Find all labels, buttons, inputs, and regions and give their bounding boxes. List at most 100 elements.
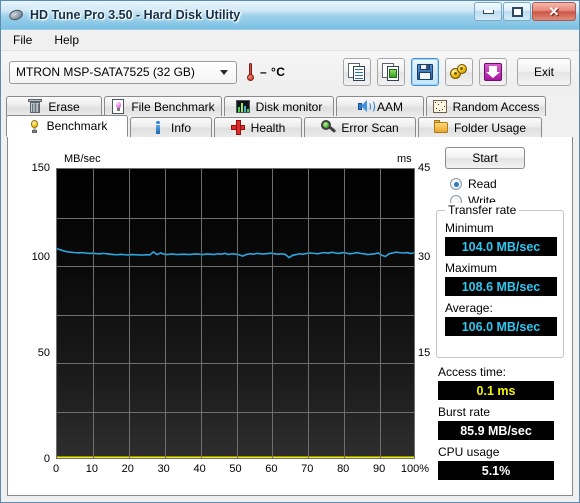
x-tick-20: 20 bbox=[121, 463, 134, 475]
tab-health[interactable]: Health bbox=[214, 117, 302, 137]
tab-benchmark-label: Benchmark bbox=[46, 119, 108, 133]
drive-select-dropdown[interactable]: MTRON MSP-SATA7525 (32 GB) bbox=[9, 60, 237, 84]
gridline-horizontal bbox=[57, 412, 414, 413]
y-tick-150: 150 bbox=[31, 162, 50, 174]
gridline-vertical bbox=[308, 169, 309, 458]
gridline-horizontal bbox=[57, 363, 414, 364]
x-tick-0: 0 bbox=[52, 463, 60, 475]
tab-file-benchmark[interactable]: File Benchmark bbox=[104, 96, 222, 116]
x-tick-90: 90 bbox=[372, 463, 386, 475]
x-tick-100: 100% bbox=[400, 463, 430, 475]
menu-bar: File Help bbox=[1, 30, 579, 51]
access-time-line bbox=[57, 169, 414, 458]
file-benchmark-icon bbox=[111, 99, 125, 114]
tab-aam[interactable]: AAM bbox=[336, 96, 424, 116]
tab-row-primary: Benchmark Info Health Error Scan Folder … bbox=[6, 115, 574, 137]
save-icon[interactable] bbox=[411, 58, 439, 86]
tab-health-label: Health bbox=[250, 120, 286, 135]
plot-area bbox=[56, 168, 415, 459]
x-tick-80: 80 bbox=[337, 463, 350, 475]
gridline-horizontal bbox=[57, 315, 414, 316]
close-button[interactable]: ✕ bbox=[532, 2, 576, 21]
thermometer-icon bbox=[246, 62, 255, 82]
radio-read-indicator bbox=[450, 178, 462, 190]
window-title: HD Tune Pro 3.50 - Hard Disk Utility bbox=[30, 8, 241, 22]
y2-axis-label: ms bbox=[397, 153, 412, 165]
minimum-value: 104.0 MB/sec bbox=[445, 237, 557, 256]
gridline-vertical bbox=[344, 169, 345, 458]
benchmark-sidebar: Start Read Write Transfer rate Minimum 1… bbox=[428, 137, 574, 480]
start-button[interactable]: Start bbox=[445, 147, 525, 169]
x-tick-50: 50 bbox=[229, 463, 242, 475]
menu-item-file[interactable]: File bbox=[9, 31, 42, 49]
tab-folder-usage-label: Folder Usage bbox=[453, 120, 527, 135]
title-bar-left: HD Tune Pro 3.50 - Hard Disk Utility bbox=[1, 7, 240, 23]
random-access-icon bbox=[432, 99, 447, 114]
benchmark-chart: MB/sec ms 150 100 50 0 45 30 15 0 10 20 30 4… bbox=[8, 137, 431, 475]
burst-rate-label: Burst rate bbox=[438, 405, 491, 419]
menu-item-help[interactable]: Help bbox=[50, 31, 89, 49]
gridline-horizontal bbox=[57, 266, 414, 267]
transfer-rate-group-label: Transfer rate bbox=[445, 203, 520, 217]
speaker-icon bbox=[357, 99, 375, 114]
temperature-display: – °C bbox=[246, 62, 286, 82]
gridline-vertical bbox=[201, 169, 202, 458]
maximum-label: Maximum bbox=[445, 261, 498, 275]
tab-folder-usage[interactable]: Folder Usage bbox=[418, 117, 542, 137]
tab-disk-monitor-label: Disk monitor bbox=[255, 99, 323, 114]
lightbulb-icon bbox=[27, 119, 41, 134]
tab-random-access[interactable]: Random Access bbox=[426, 96, 546, 116]
minimize-icon bbox=[482, 9, 494, 14]
burst-rate-value: 85.9 MB/sec bbox=[438, 421, 554, 440]
copy-image-icon[interactable] bbox=[377, 58, 405, 86]
transfer-rate-group: Transfer rate Minimum 104.0 MB/sec Maxim… bbox=[436, 203, 564, 358]
gridline-vertical bbox=[129, 169, 130, 458]
maximize-button[interactable] bbox=[503, 2, 531, 21]
radio-read-label: Read bbox=[468, 177, 497, 191]
x-tick-60: 60 bbox=[265, 463, 278, 475]
app-window: HD Tune Pro 3.50 - Hard Disk Utility ✕ F… bbox=[0, 0, 580, 503]
radio-read[interactable]: Read bbox=[450, 177, 497, 191]
gridline-vertical bbox=[237, 169, 238, 458]
title-bar: HD Tune Pro 3.50 - Hard Disk Utility ✕ bbox=[1, 1, 579, 30]
minimum-label: Minimum bbox=[445, 221, 494, 235]
tab-strip: Erase File Benchmark Disk monitor AAM Ra… bbox=[1, 93, 579, 137]
hard-disk-icon bbox=[7, 7, 25, 23]
y-tick-100: 100 bbox=[31, 251, 50, 263]
maximize-icon bbox=[511, 6, 523, 17]
x-tick-10: 10 bbox=[85, 463, 99, 475]
tab-random-access-label: Random Access bbox=[452, 99, 540, 114]
exit-button[interactable]: Exit bbox=[517, 58, 571, 86]
average-value: 106.0 MB/sec bbox=[445, 317, 557, 336]
info-icon bbox=[151, 120, 165, 135]
tab-info[interactable]: Info bbox=[130, 117, 212, 137]
download-arrow-icon[interactable] bbox=[479, 58, 507, 86]
options-gears-icon[interactable] bbox=[445, 58, 473, 86]
tab-disk-monitor[interactable]: Disk monitor bbox=[224, 96, 334, 116]
tab-erase-label: Erase bbox=[48, 99, 80, 114]
toolbar-buttons: Exit bbox=[343, 58, 571, 86]
x-tick-40: 40 bbox=[193, 463, 206, 475]
tab-benchmark[interactable]: Benchmark bbox=[6, 115, 128, 137]
x-tick-30: 30 bbox=[157, 463, 170, 475]
copy-text-icon[interactable] bbox=[343, 58, 371, 86]
cpu-usage-label: CPU usage bbox=[438, 445, 500, 459]
gridline-vertical bbox=[165, 169, 166, 458]
toolbar: MTRON MSP-SATA7525 (32 GB) – °C Exit bbox=[1, 51, 579, 93]
chevron-down-icon bbox=[220, 69, 228, 75]
folder-icon bbox=[433, 120, 448, 135]
minimize-button[interactable] bbox=[474, 2, 502, 21]
y-axis-label: MB/sec bbox=[64, 153, 101, 165]
access-time-label: Access time: bbox=[438, 365, 507, 379]
cpu-usage-value: 5.1% bbox=[438, 461, 554, 480]
window-controls: ✕ bbox=[474, 2, 576, 21]
y-tick-50: 50 bbox=[37, 347, 50, 359]
temperature-value: – °C bbox=[260, 65, 286, 79]
x-tick-70: 70 bbox=[301, 463, 314, 475]
disk-monitor-icon bbox=[235, 99, 250, 114]
tab-erase[interactable]: Erase bbox=[6, 96, 102, 116]
tab-aam-label: AAM bbox=[376, 99, 403, 114]
tab-row-secondary: Erase File Benchmark Disk monitor AAM Ra… bbox=[6, 95, 574, 116]
tab-error-scan[interactable]: Error Scan bbox=[304, 117, 416, 137]
health-cross-icon bbox=[230, 120, 245, 135]
